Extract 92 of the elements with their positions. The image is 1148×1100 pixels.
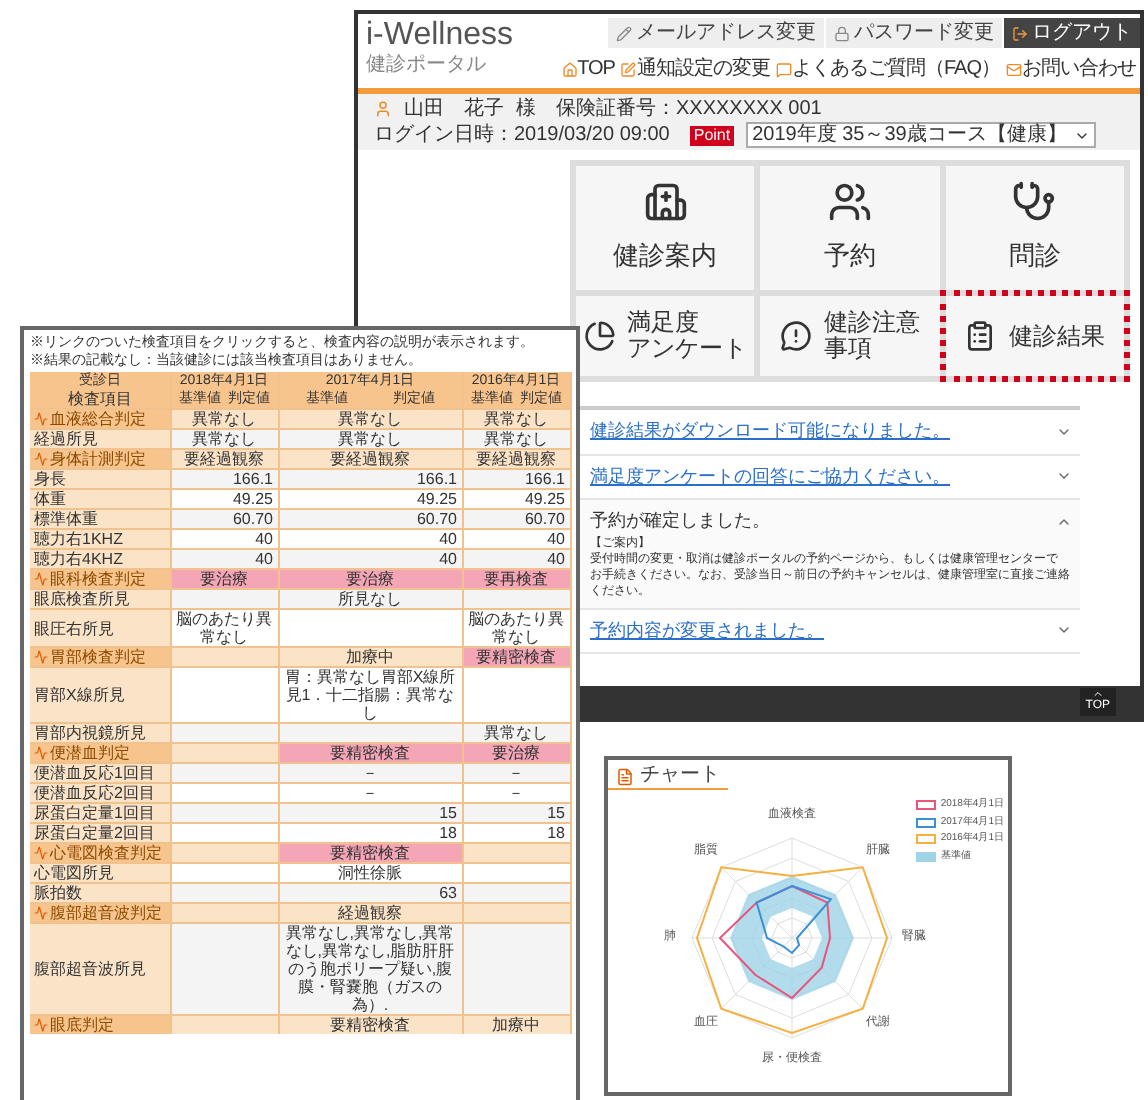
section-label[interactable]: 眼底判定 (30, 1015, 170, 1034)
mail-icon (1006, 61, 1022, 77)
row-label: 胃部X線所見 (30, 667, 170, 723)
result-cell: 加療中 (462, 1015, 570, 1034)
tile-label: 事項 (823, 336, 874, 362)
house-icon (561, 61, 578, 77)
result-cell: 要治療 (462, 743, 570, 763)
lock-icon (834, 25, 850, 41)
row-label: 眼圧右所見 (30, 609, 170, 647)
pulse-icon (34, 746, 48, 760)
row-label: 尿蛋白定量1回目 (30, 803, 170, 823)
section-label[interactable]: 便潜血判定 (30, 743, 170, 763)
document-icon (616, 767, 634, 785)
header-link[interactable]: 通知設定の変更 (620, 54, 770, 84)
row-label: 眼底検査所見 (30, 589, 170, 609)
row-label: 胃部内視鏡所見 (30, 723, 170, 743)
logo: i-Wellness (366, 18, 513, 53)
row-label: 聴力右4KHZ (30, 549, 170, 569)
row-label: 体重 (30, 489, 170, 509)
result-cell: 要治療 (170, 569, 278, 589)
row-label: 心電図所見 (30, 863, 170, 883)
section-label[interactable]: 胃部検査判定 (30, 647, 170, 667)
section-label[interactable]: 身体計測判定 (30, 449, 170, 469)
tile-label: 満足度 (627, 310, 702, 336)
account-button[interactable]: メールアドレス変更 (608, 18, 826, 48)
result-cell: 要精密検査 (278, 743, 462, 763)
result-cell: 要精密検査 (278, 843, 462, 863)
hospital-icon (643, 180, 688, 225)
edit-icon (620, 61, 637, 77)
honorific: 様 (516, 96, 536, 122)
logo-subtitle: 健診ポータル (366, 54, 488, 78)
menu-tile[interactable]: 満足度 アンケート (576, 296, 755, 376)
pulse-icon (34, 906, 48, 920)
pulse-icon (34, 846, 48, 860)
row-label: 便潜血反応1回目 (30, 763, 170, 783)
stethoscope-icon (1012, 180, 1057, 225)
news-link[interactable]: 予約が確定しました。 (590, 508, 770, 535)
pulse-icon (34, 412, 48, 426)
row-label: 脈拍数 (30, 883, 170, 903)
header-link[interactable]: TOP (561, 54, 615, 84)
clipboard-icon (964, 320, 997, 352)
person-icon (374, 100, 392, 118)
account-button[interactable]: パスワード変更 (826, 18, 1004, 48)
people-icon (827, 180, 872, 225)
warning-bubble-icon (779, 320, 812, 352)
menu-tile[interactable]: 健診注意 事項 (760, 296, 940, 376)
section-label[interactable]: 血液総合判定 (30, 409, 170, 429)
logout-icon (1012, 25, 1028, 41)
menu-tile[interactable]: 予約 (760, 166, 940, 290)
pulse-icon (34, 1018, 48, 1032)
news-link[interactable]: 満足度アンケートの回答にご協力ください。 (590, 463, 950, 490)
pulse-icon (34, 572, 48, 586)
login-time: ログイン日時：2019/03/20 09:00 (374, 122, 670, 148)
result-cell: 要精密検査 (278, 1015, 462, 1034)
row-label: 腹部超音波所見 (30, 923, 170, 1015)
header-link[interactable]: お問い合わせ (1006, 54, 1136, 84)
row-label: 聴力右1KHZ (30, 529, 170, 549)
pulse-icon (34, 650, 48, 664)
tile-label: 予約 (823, 238, 876, 275)
row-label: 便潜血反応2回目 (30, 783, 170, 803)
chart-title: チャート (640, 764, 720, 788)
result-cell: 要治療 (278, 569, 462, 589)
news-link[interactable]: 予約内容が変更されました。 (590, 617, 824, 644)
news-link[interactable]: 健診結果がダウンロード可能になりました。 (590, 418, 950, 445)
menu-tile[interactable]: 健診結果 (945, 296, 1124, 376)
section-label[interactable]: 腹部超音波判定 (30, 903, 170, 923)
tile-label: 健診注意 (823, 310, 920, 336)
header-link[interactable]: よくあるご質問（FAQ） (775, 54, 1000, 84)
pulse-icon (34, 452, 48, 466)
tile-label: 健診結果 (1008, 323, 1105, 349)
chat-icon (775, 61, 792, 77)
chevron-up-icon (1091, 688, 1104, 700)
section-label[interactable]: 心電図検査判定 (30, 843, 170, 863)
row-label: 身長 (30, 469, 170, 489)
insurance-number: 保険証番号：XXXXXXXX 001 (556, 96, 822, 122)
pie-icon (583, 320, 616, 352)
row-label: 尿蛋白定量2回目 (30, 823, 170, 843)
tile-label: 健診案内 (613, 238, 718, 275)
section-label[interactable]: 眼科検査判定 (30, 569, 170, 589)
course-select[interactable]: 2019年度 35～39歳コース【健康】 (746, 122, 1097, 148)
account-button[interactable]: ログアウト (1004, 18, 1140, 48)
row-label: 経過所見 (30, 429, 170, 449)
row-label: 標準体重 (30, 509, 170, 529)
result-cell: 要精密検査 (462, 647, 570, 667)
pencil-icon (616, 25, 632, 41)
user-name: 山田 花子 (404, 96, 504, 122)
result-cell: 要再検査 (462, 569, 570, 589)
point-badge: Point (689, 125, 735, 145)
tile-label: アンケート (627, 336, 748, 362)
tile-label: 問診 (1008, 238, 1061, 275)
menu-tile[interactable]: 健診案内 (576, 166, 755, 290)
menu-tile[interactable]: 問診 (945, 166, 1124, 290)
